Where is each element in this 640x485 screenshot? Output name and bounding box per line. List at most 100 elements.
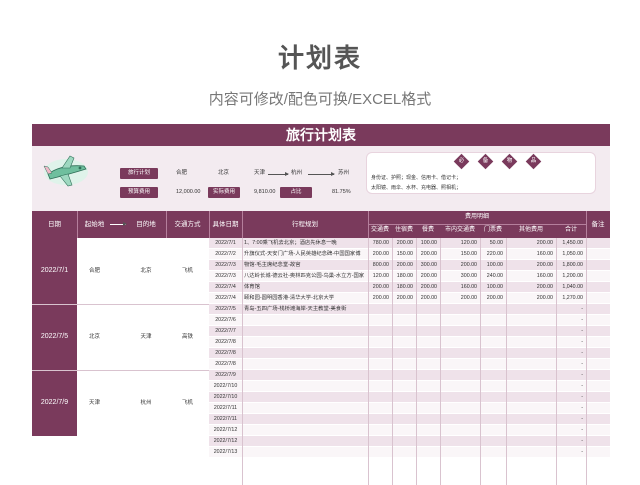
row-expense-value: 200.00 <box>420 295 437 301</box>
route-stop-4: 杭州 <box>291 170 303 176</box>
row-expense-value: 200.00 <box>536 295 553 301</box>
table-row: 2022/7/8 - <box>209 348 610 359</box>
row-expense-value <box>506 414 553 425</box>
row-date: 2022/7/3 <box>215 273 236 279</box>
row-expense-value <box>392 326 413 337</box>
row-expense-value <box>368 436 389 447</box>
group-destination: 天津 <box>140 334 152 340</box>
route-stop-5: 苏州 <box>338 170 350 176</box>
row-itinerary <box>244 359 366 370</box>
row-expense-value: - <box>581 405 583 411</box>
row-expense-value <box>368 315 389 326</box>
row-expense-value <box>368 348 389 359</box>
row-expense-value <box>480 326 503 337</box>
row-expense-value: 220.00 <box>486 251 503 257</box>
necessities-line-1: 身份证、护照；现金、信用卡、借记卡； <box>371 175 462 181</box>
row-itinerary <box>244 436 366 447</box>
row-expense-value <box>392 447 413 458</box>
date-group: 2022/7/9 天津 杭州 飞机 <box>32 370 209 436</box>
col-date: 日期 <box>48 221 61 228</box>
row-expense-value: 200.00 <box>536 262 553 268</box>
row-expense-value <box>392 436 413 447</box>
row-expense-value <box>392 315 413 326</box>
row-date: 2022/7/10 <box>213 394 238 400</box>
table-row: 2022/7/11 - <box>209 403 610 414</box>
necessities-box: 必 备 物 品 身份证、护照；现金、信用卡、借记卡； 太阳镜、雨伞、水杯、充电器… <box>366 152 596 194</box>
row-date: 2022/7/2 <box>215 251 236 257</box>
row-itinerary: 八达岭长城-德云社-奥林匹克公园-鸟巢-水立方-国家 <box>244 273 365 279</box>
col-transport: 交通方式 <box>174 221 201 228</box>
table-row: 2022/7/11 - <box>209 414 610 425</box>
table-row: 2022/7/5 青岛-五四广场-栈桥滩海岸-天主教堂-美食街 - <box>209 304 610 315</box>
row-expense-value <box>480 359 503 370</box>
row-expense-value: 160.00 <box>536 273 553 279</box>
table-row: 2022/7/13 - <box>209 447 610 458</box>
col-origin: 起始地 <box>84 221 105 228</box>
row-expense-value <box>506 337 553 348</box>
row-expense-value <box>506 381 553 392</box>
page-title: 计划表 <box>277 43 362 73</box>
group-destination: 北京 <box>140 268 152 274</box>
row-expense-value: 1,800.00 <box>562 262 583 268</box>
group-origin: 北京 <box>88 334 100 340</box>
table-row: 2022/7/10 - <box>209 381 610 392</box>
row-expense-value <box>440 348 477 359</box>
row-expense-value <box>480 315 503 326</box>
row-expense-value <box>480 447 503 458</box>
row-date: 2022/7/11 <box>213 405 238 411</box>
row-expense-value <box>506 315 553 326</box>
row-expense-value: 160.00 <box>536 251 553 257</box>
row-expense-value: 780.00 <box>372 240 389 246</box>
table-header: 日期 起始地 目的地 交通方式 具体日期 行程规划 费用明细 交通费 住宿费 餐… <box>32 211 610 238</box>
row-expense-value <box>392 403 413 414</box>
group-date: 2022/7/5 <box>32 304 77 370</box>
row-expense-value: 200.00 <box>372 295 389 301</box>
row-expense-value: 1,040.00 <box>562 284 583 290</box>
group-transport: 飞机 <box>181 400 193 406</box>
group-origin: 天津 <box>88 400 100 406</box>
row-expense-value: 100.00 <box>420 240 437 246</box>
row-itinerary: 物馆-毛主席纪念堂-故宫 <box>244 262 301 268</box>
row-expense-value <box>416 315 437 326</box>
row-date: 2022/7/3 <box>215 262 236 268</box>
date-group: 2022/7/1 合肥 北京 飞机 <box>32 238 209 304</box>
row-expense-value: 180.00 <box>396 284 413 290</box>
row-expense-value: 160.00 <box>460 284 477 290</box>
row-expense-value <box>368 359 389 370</box>
row-expense-value <box>440 304 477 315</box>
row-itinerary: 1、7:00乘飞机去北京；酒店先休息一晚 <box>244 240 337 246</box>
row-expense-value: - <box>581 339 583 345</box>
row-expense-value <box>506 403 553 414</box>
group-destination: 杭州 <box>140 400 152 406</box>
row-expense-value <box>416 447 437 458</box>
row-expense-value: 1,050.00 <box>562 251 583 257</box>
row-expense-value: - <box>581 416 583 422</box>
row-expense-value <box>416 414 437 425</box>
row-expense-value <box>440 326 477 337</box>
row-expense-value: - <box>581 449 583 455</box>
row-expense-value: 240.00 <box>486 273 503 279</box>
route-arrow <box>308 172 335 176</box>
row-expense-value <box>480 425 503 436</box>
row-expense-value <box>440 315 477 326</box>
table-row: 2022/7/10 - <box>209 392 610 403</box>
table-row: 2022/7/3 物馆-毛主席纪念堂-故宫 800.00 200.00 300.00 20… <box>209 260 610 271</box>
table-row: 2022/7/8 - <box>209 359 610 370</box>
row-date: 2022/7/8 <box>215 339 236 345</box>
route-stop-1: 合肥 <box>176 170 188 176</box>
row-expense-value: 200.00 <box>536 284 553 290</box>
row-itinerary <box>244 414 366 425</box>
row-itinerary: 升旗仪式-天安门广场-人民英雄纪念碑-中国国家博 <box>244 251 361 257</box>
row-expense-value: 200.00 <box>486 295 503 301</box>
row-expense-value <box>506 392 553 403</box>
col-destination: 目的地 <box>136 221 156 228</box>
row-expense-value: - <box>581 372 583 378</box>
row-expense-value <box>392 392 413 403</box>
row-expense-value <box>440 392 477 403</box>
table-row: 2022/7/1 1、7:00乘飞机去北京；酒店先休息一晚 780.00 200.00… <box>209 238 610 249</box>
row-date: 2022/7/9 <box>215 372 236 378</box>
row-expense-value <box>368 414 389 425</box>
col-expense: 住宿费 <box>394 227 413 233</box>
row-itinerary <box>244 348 366 359</box>
ratio-value: 81.75% <box>332 189 351 195</box>
